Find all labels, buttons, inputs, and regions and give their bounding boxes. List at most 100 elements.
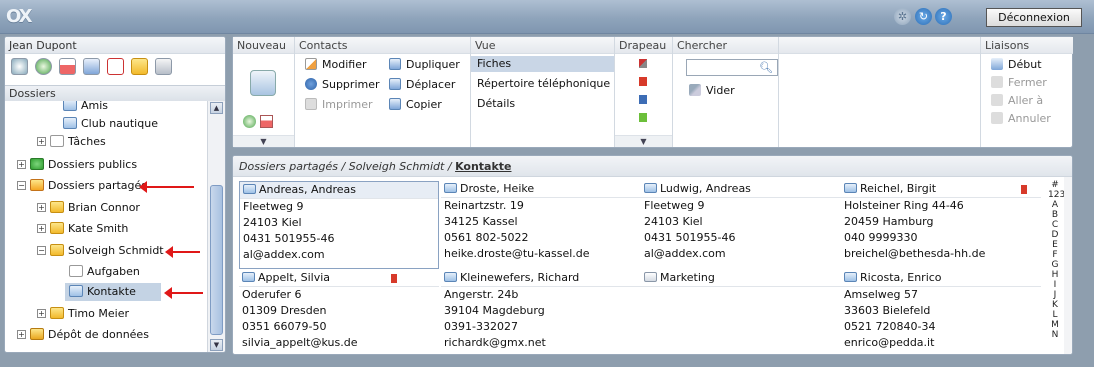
tree-item-depot-de-donnees[interactable]: + Dépôt de données xyxy=(17,326,149,344)
clear-search-button[interactable]: Vider xyxy=(689,83,735,99)
scrollbar-thumb[interactable] xyxy=(210,185,223,335)
portal-icon[interactable] xyxy=(11,58,28,75)
contact-card[interactable]: Droste, Heike Reinartzstr. 19 34125 Kass… xyxy=(441,181,641,269)
tasks-icon[interactable] xyxy=(107,58,124,75)
alphabet-letter[interactable]: # xyxy=(1048,180,1062,190)
contact-card[interactable]: Appelt, Silvia Oderufer 6 01309 Dresden … xyxy=(239,270,439,354)
alphabet-letter[interactable]: H xyxy=(1048,270,1062,280)
contacts-icon[interactable] xyxy=(83,58,100,75)
top-bar: OX ✲ ↻ ? Déconnexion xyxy=(0,0,1094,34)
duplicate-button[interactable]: Dupliquer xyxy=(389,57,460,73)
refresh-icon[interactable]: ↻ xyxy=(915,8,932,25)
tree-item-brian-connor[interactable]: + Brian Connor xyxy=(37,199,140,217)
contact-card[interactable]: Reichel, Birgit Holsteiner Ring 44-46 20… xyxy=(841,181,1041,269)
settings-module-icon[interactable] xyxy=(155,58,172,75)
expand-icon[interactable]: + xyxy=(17,160,26,169)
delete-button[interactable]: Supprimer xyxy=(305,77,380,93)
alphabet-letter[interactable]: K xyxy=(1048,300,1062,310)
alphabet-letter[interactable]: 123 xyxy=(1048,190,1065,200)
tree-item-aufgaben[interactable]: Aufgaben xyxy=(69,263,140,281)
alphabet-letter[interactable]: L xyxy=(1048,310,1062,320)
tree-item-timo-meier[interactable]: + Timo Meier xyxy=(37,305,129,323)
view-scrollbar[interactable] xyxy=(1064,177,1072,354)
expand-icon[interactable]: + xyxy=(37,309,46,318)
alphabet-index: #123 A B C D E F G H I J K L M N xyxy=(1048,180,1065,340)
alphabet-letter[interactable]: E xyxy=(1048,240,1062,250)
scroll-up-icon[interactable]: ▲ xyxy=(210,102,223,114)
new-contact-icon[interactable] xyxy=(250,70,276,96)
tree-item-solveigh-schmidt[interactable]: − Solveigh Schmidt xyxy=(37,242,164,260)
distribution-list-card[interactable]: Marketing xyxy=(641,270,841,354)
expand-icon[interactable]: + xyxy=(17,330,26,339)
scroll-down-icon[interactable]: ▼ xyxy=(210,339,223,351)
link-close-button[interactable]: Fermer xyxy=(991,75,1047,91)
blue-flag-icon[interactable] xyxy=(639,95,647,104)
alphabet-letter[interactable]: C xyxy=(1048,220,1062,230)
tree-item-kate-smith[interactable]: + Kate Smith xyxy=(37,220,128,238)
folder-icon xyxy=(50,201,64,213)
calendar-icon[interactable] xyxy=(59,58,76,75)
link-cancel-button[interactable]: Annuler xyxy=(991,111,1051,127)
alphabet-letter[interactable]: F xyxy=(1048,250,1062,260)
contact-card[interactable]: Andreas, Andreas Fleetweg 9 24103 Kiel 0… xyxy=(239,181,439,269)
contact-icon xyxy=(243,184,256,194)
settings-icon[interactable]: ✲ xyxy=(894,8,911,25)
email-icon[interactable] xyxy=(35,58,52,75)
alphabet-letter[interactable]: M xyxy=(1048,320,1062,330)
print-button[interactable]: Imprimer xyxy=(305,97,373,113)
breadcrumb-item[interactable]: Dossiers partagés xyxy=(239,160,338,173)
expand-chevron-icon[interactable]: ▼ xyxy=(615,135,672,147)
contact-card[interactable]: Kleinewefers, Richard Angerstr. 24b 3910… xyxy=(441,270,641,354)
tree-item-dossiers-publics[interactable]: + Dossiers publics xyxy=(17,156,137,174)
group-vue: Vue Fiches Répertoire téléphonique Détai… xyxy=(471,37,615,147)
tree-item-club-nautique[interactable]: Club nautique xyxy=(63,115,158,133)
view-cards-option[interactable]: Fiches xyxy=(471,56,614,72)
expand-icon[interactable]: + xyxy=(37,203,46,212)
logout-button[interactable]: Déconnexion xyxy=(986,8,1082,27)
contact-card[interactable]: Ludwig, Andreas Fleetweg 9 24103 Kiel 04… xyxy=(641,181,841,269)
remove-flag-icon[interactable] xyxy=(639,59,647,68)
alphabet-letter[interactable]: D xyxy=(1048,230,1062,240)
toolbar: Nouveau ▼ Contacts Modifier Supprimer Im… xyxy=(232,36,1073,148)
link-goto-button[interactable]: Aller à xyxy=(991,93,1043,109)
move-button[interactable]: Déplacer xyxy=(389,77,455,93)
copy-button[interactable]: Copier xyxy=(389,97,442,113)
move-icon xyxy=(389,78,401,90)
alphabet-letter[interactable]: G xyxy=(1048,260,1062,270)
tree-item-taches[interactable]: + Tâches xyxy=(37,133,106,151)
search-icon[interactable]: 🔍︎ xyxy=(759,61,773,74)
expand-icon[interactable]: + xyxy=(37,137,46,146)
tree-scrollbar[interactable]: ▲ ▼ xyxy=(207,101,225,352)
expand-icon[interactable]: + xyxy=(37,224,46,233)
alphabet-letter[interactable]: N xyxy=(1048,330,1062,340)
breadcrumb-item[interactable]: Solveigh Schmidt xyxy=(349,160,445,173)
new-email-icon[interactable] xyxy=(243,115,256,128)
contact-card[interactable]: Ricosta, Enrico Amselweg 57 33603 Bielef… xyxy=(841,270,1041,354)
alphabet-letter[interactable]: J xyxy=(1048,290,1062,300)
help-icon[interactable]: ? xyxy=(935,8,952,25)
data-store-icon xyxy=(30,328,44,340)
link-start-button[interactable]: Début xyxy=(991,57,1042,73)
expand-chevron-icon[interactable]: ▼ xyxy=(233,135,294,147)
red-flag-icon[interactable] xyxy=(639,77,647,86)
group-header: Chercher xyxy=(673,37,778,54)
breadcrumb-current[interactable]: Kontakte xyxy=(455,160,511,173)
alphabet-letter[interactable]: A xyxy=(1048,200,1062,210)
collapse-icon[interactable]: − xyxy=(37,246,46,255)
tree-item-amis[interactable]: Amis xyxy=(63,101,108,115)
alphabet-letter[interactable]: B xyxy=(1048,210,1062,220)
tree-item-dossiers-partages[interactable]: − Dossiers partagés xyxy=(17,177,147,195)
collapse-icon[interactable]: − xyxy=(17,181,26,190)
group-contacts: Contacts Modifier Supprimer Imprimer Dup… xyxy=(295,37,471,147)
alphabet-letter[interactable]: I xyxy=(1048,280,1062,290)
tree-item-kontakte[interactable]: Kontakte xyxy=(65,283,161,301)
clear-icon xyxy=(689,84,701,96)
public-folder-icon xyxy=(30,158,44,170)
modify-button[interactable]: Modifier xyxy=(305,57,366,73)
infostore-icon[interactable] xyxy=(131,58,148,75)
view-phonebook-option[interactable]: Répertoire téléphonique xyxy=(477,76,610,92)
view-details-option[interactable]: Détails xyxy=(477,96,515,112)
search-input[interactable] xyxy=(687,60,761,75)
new-appointment-icon[interactable] xyxy=(260,115,273,128)
green-flag-icon[interactable] xyxy=(639,113,647,122)
